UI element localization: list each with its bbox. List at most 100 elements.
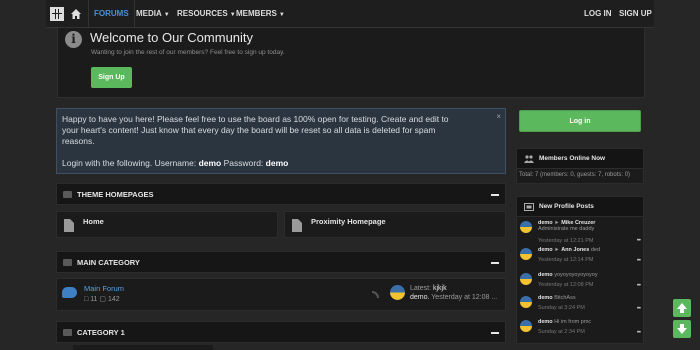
collapse-icon[interactable] [491, 194, 499, 196]
latest-post: Latest: kjkjk [410, 285, 447, 292]
post-line: demo BitchAss [538, 295, 576, 301]
homepage-card-proximity[interactable]: Proximity Homepage [284, 211, 506, 238]
demo-password: demo [265, 158, 289, 168]
notice-login-line: Login with the following. Username: demo… [62, 158, 288, 169]
post-line: demo yoyoyoyoyoyoyoy [538, 272, 598, 278]
profile-post-item: demo yoyoyoyoyoyoyoy Yesterday at 12:08 … [520, 271, 642, 292]
post-line: demo ► Ann Jones ded [538, 247, 600, 253]
grid-logo-icon[interactable] [50, 7, 64, 21]
caret-down-icon: ▼ [163, 12, 170, 18]
members-online-widget: Members Online Now [516, 148, 644, 184]
nav-signup[interactable]: SIGN UP [619, 0, 652, 28]
widget-header: Members Online Now [517, 149, 643, 169]
welcome-title: Welcome to Our Community [90, 30, 254, 45]
nav-media-label: MEDIA [136, 9, 162, 18]
scroll-bottom-button[interactable] [673, 320, 691, 338]
users-icon [524, 155, 534, 163]
rss-icon[interactable] [372, 291, 379, 298]
post-user[interactable]: demo [538, 319, 553, 325]
nav-members[interactable]: MEMBERS ▼ [236, 0, 285, 28]
nav-forums-label: FORUMS [94, 9, 129, 18]
latest-thread-link[interactable]: kjkjk [433, 285, 447, 292]
folder-icon [63, 259, 72, 266]
nav-login[interactable]: LOG IN [584, 0, 612, 28]
scroll-top-button[interactable] [673, 299, 691, 317]
folder-icon [63, 329, 72, 336]
post-user[interactable]: demo [538, 295, 553, 301]
close-icon[interactable]: × [496, 112, 501, 121]
post-line: demo Hi im from pmc [538, 319, 591, 325]
collapse-icon[interactable] [491, 262, 499, 264]
forum-stats: □ 11 ▢ 142 [84, 295, 120, 303]
widget-header: New Profile Posts [517, 197, 643, 217]
theme-homepages-header[interactable]: THEME HOMEPAGES [56, 183, 506, 205]
post-text: Hi im from pmc [554, 319, 592, 325]
arrow-up-icon [677, 303, 687, 313]
nav-members-label: MEMBERS [236, 9, 277, 18]
nav-resources-label: RESOURCES [177, 9, 228, 18]
post-time: Yesterday at 12:21 PM [538, 238, 594, 244]
folder-icon [63, 191, 72, 198]
avatar[interactable] [390, 285, 405, 300]
more-icon[interactable]: ••• [637, 258, 641, 264]
card-label: Home [83, 217, 104, 226]
chat-bubbles-icon [62, 287, 77, 298]
arrow-down-icon [677, 324, 687, 334]
threads-icon: □ [84, 296, 89, 303]
avatar[interactable] [520, 221, 532, 233]
notice-line: Happy to have you here! Please feel free… [62, 114, 449, 124]
sign-up-button[interactable]: Sign Up [91, 67, 132, 88]
card-label: Proximity Homepage [311, 217, 386, 226]
main-category-header[interactable]: MAIN CATEGORY [56, 251, 506, 273]
more-icon[interactable]: ••• [637, 238, 641, 244]
notice-line: reasons. [62, 136, 95, 146]
log-in-button[interactable]: Log in [519, 110, 641, 132]
section-title: THEME HOMEPAGES [77, 190, 154, 199]
post-time: Sunday at 2:34 PM [538, 329, 585, 335]
members-online-text: Total: 7 (members: 0, guests: 7, robots:… [519, 172, 631, 178]
post-user[interactable]: demo [538, 272, 553, 278]
post-target[interactable]: Ann Jones [561, 247, 589, 253]
more-icon[interactable]: ••• [637, 330, 641, 336]
info-icon: i [65, 31, 82, 48]
post-time: Sunday at 3:24 PM [538, 305, 585, 311]
post-line: demo ► Mike Creuzer Administrate me daddy [538, 220, 595, 232]
welcome-subtitle: Wanting to join the rest of our members?… [91, 49, 285, 56]
arrow-right-icon: ► [554, 247, 560, 253]
latest-label: Latest: [410, 285, 432, 292]
forum-row: Main Forum □ 11 ▢ 142 Latest: kjkjk demo… [56, 278, 506, 311]
top-navigation: FORUMS MEDIA ▼ RESOURCES ▼ MEMBERS ▼ LOG IN… [46, 0, 654, 28]
section-title: MAIN CATEGORY [77, 258, 140, 267]
collapse-icon[interactable] [491, 332, 499, 334]
forum-row-partial [73, 345, 213, 350]
category-1-header[interactable]: CATEGORY 1 [56, 321, 506, 343]
nav-forums[interactable]: FORUMS [88, 0, 135, 28]
widget-title: Members Online Now [539, 155, 606, 162]
nav-media[interactable]: MEDIA ▼ [136, 0, 170, 28]
avatar[interactable] [520, 320, 532, 332]
homepage-card-home[interactable]: Home [56, 211, 278, 238]
caret-down-icon: ▼ [278, 12, 285, 18]
avatar[interactable] [520, 273, 532, 285]
notice-box: Happy to have you here! Please feel free… [56, 108, 506, 174]
post-text: BitchAss [554, 295, 576, 301]
more-icon[interactable]: ••• [637, 306, 641, 312]
section-title: CATEGORY 1 [77, 328, 125, 337]
avatar[interactable] [520, 248, 532, 260]
post-user[interactable]: demo [538, 247, 553, 253]
post-text: yoyoyoyoyoyoyoy [554, 272, 598, 278]
profile-post-item: demo ► Mike Creuzer Administrate me daddy… [520, 219, 642, 244]
nav-resources[interactable]: RESOURCES ▼ [177, 0, 236, 28]
forum-name-link[interactable]: Main Forum [84, 284, 124, 293]
profile-post-item: demo ► Ann Jones ded Yesterday at 12:14 … [520, 246, 642, 267]
threads-count: 11 [90, 296, 98, 303]
welcome-panel: i Welcome to Our Community Wanting to jo… [57, 28, 645, 98]
home-icon[interactable] [70, 8, 82, 20]
messages-count: 142 [108, 296, 120, 303]
demo-username: demo [198, 158, 222, 168]
post-time: Yesterday at 12:08 PM [538, 282, 594, 288]
more-icon[interactable]: ••• [637, 283, 641, 289]
latest-user-link[interactable]: demo [410, 294, 428, 301]
avatar[interactable] [520, 296, 532, 308]
latest-time: Yesterday at 12:08 ... [431, 294, 498, 301]
